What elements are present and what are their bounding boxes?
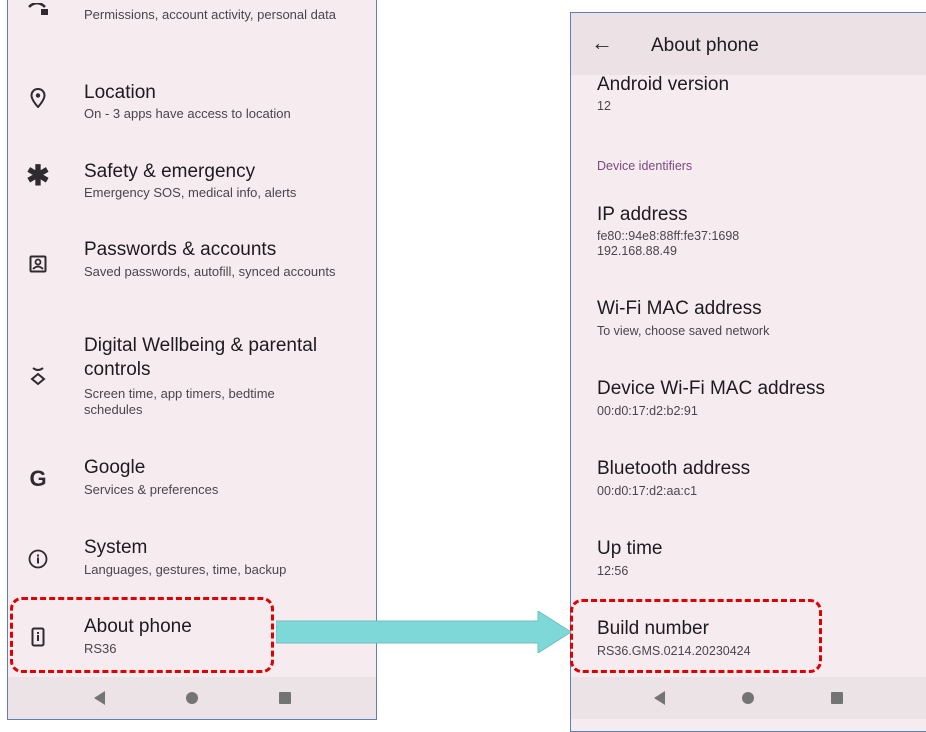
android-version-value: 12	[597, 99, 611, 113]
location-item[interactable]: Location On - 3 apps have access to loca…	[8, 80, 376, 130]
passwords-accounts-subtitle: Saved passwords, autofill, synced accoun…	[84, 264, 336, 279]
uptime-value: 12:56	[597, 564, 629, 578]
device-wifi-mac-value: 00:d0:17:d2:b2:91	[597, 404, 698, 418]
navigation-bar	[571, 677, 926, 719]
system-title: System	[84, 537, 148, 558]
google-item[interactable]: G Google Services & preferences	[8, 456, 376, 506]
location-title: Location	[84, 82, 156, 103]
wifi-mac-title: Wi-Fi MAC address	[597, 298, 762, 319]
back-nav-icon[interactable]	[93, 691, 105, 705]
digital-wellbeing-title: Digital Wellbeing & parental controls	[84, 335, 318, 380]
bluetooth-address-title: Bluetooth address	[597, 458, 751, 479]
safety-item[interactable]: ✱ Safety & emergency Emergency SOS, medi…	[8, 160, 376, 210]
android-version-title: Android version	[597, 74, 730, 95]
device-wifi-mac-title: Device Wi-Fi MAC address	[597, 378, 826, 399]
about-phone-highlight	[10, 597, 274, 673]
passwords-accounts-item[interactable]: Passwords & accounts Saved passwords, au…	[8, 238, 376, 308]
back-nav-icon[interactable]	[654, 691, 666, 705]
navigation-bar	[8, 677, 376, 719]
ip-address-value: fe80::94e8:88ff:fe37:1698 192.168.88.49	[597, 229, 740, 258]
bluetooth-address-value: 00:d0:17:d2:aa:c1	[597, 484, 698, 498]
build-number-highlight	[570, 599, 822, 673]
arrow-right-icon	[276, 611, 572, 653]
app-bar: ← About phone	[571, 13, 926, 75]
google-subtitle: Services & preferences	[84, 482, 219, 497]
section-header: Device identifiers	[597, 159, 693, 173]
digital-wellbeing-subtitle: Screen time, app timers, bedtime schedul…	[84, 386, 275, 417]
wellbeing-icon	[26, 364, 50, 388]
safety-subtitle: Emergency SOS, medical info, alerts	[84, 185, 297, 200]
location-icon	[26, 86, 50, 110]
privacy-subtitle: Permissions, account activity, personal …	[84, 7, 336, 22]
privacy-icon	[26, 0, 50, 22]
info-circle-icon	[26, 547, 50, 571]
arrow-left-icon[interactable]: ←	[591, 32, 613, 54]
ip-address-title: IP address	[597, 204, 688, 225]
asterisk-icon: ✱	[26, 159, 50, 191]
recents-nav-icon[interactable]	[830, 692, 843, 704]
home-nav-icon[interactable]	[741, 692, 754, 704]
safety-title: Safety & emergency	[84, 161, 256, 182]
privacy-item[interactable]: Permissions, account activity, personal …	[8, 0, 376, 60]
google-title: Google	[84, 457, 146, 478]
home-nav-icon[interactable]	[185, 692, 198, 704]
account-box-icon	[26, 252, 50, 276]
passwords-accounts-title: Passwords & accounts	[84, 239, 277, 260]
wifi-mac-value: To view, choose saved network	[597, 324, 770, 338]
recents-nav-icon[interactable]	[278, 692, 291, 704]
system-subtitle: Languages, gestures, time, backup	[84, 562, 287, 577]
location-subtitle: On - 3 apps have access to location	[84, 106, 291, 121]
google-icon: G	[29, 466, 47, 491]
uptime-title: Up time	[597, 538, 663, 559]
page-title: About phone	[651, 35, 759, 56]
digital-wellbeing-item[interactable]: Digital Wellbeing & parental controls Sc…	[8, 334, 376, 424]
system-item[interactable]: System Languages, gestures, time, backup	[8, 536, 376, 586]
